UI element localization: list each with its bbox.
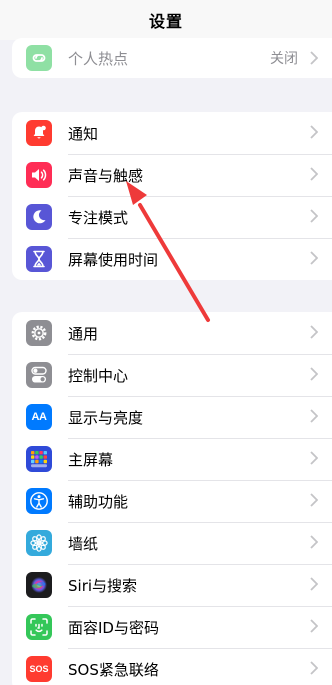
hourglass-icon bbox=[26, 246, 52, 272]
settings-row-wallpaper[interactable]: 墙纸 bbox=[12, 522, 332, 564]
settings-row-accessibility[interactable]: 辅助功能 bbox=[12, 480, 332, 522]
settings-row-emergency-sos[interactable]: SOS SOS紧急联络 bbox=[12, 648, 332, 685]
chevron-right-icon bbox=[310, 125, 318, 139]
settings-row-label: SOS紧急联络 bbox=[68, 660, 159, 679]
chevron-right-icon bbox=[310, 251, 318, 265]
page-title: 设置 bbox=[148, 12, 183, 31]
chevron-right-icon bbox=[310, 325, 318, 339]
gear-icon bbox=[26, 320, 52, 346]
settings-row-focus[interactable]: 专注模式 bbox=[12, 196, 332, 238]
siri-icon bbox=[26, 572, 52, 598]
moon-icon bbox=[26, 204, 52, 230]
notifications-group: 通知 声音与触感 专注模式 屏幕使用时间 bbox=[12, 112, 332, 280]
chevron-right-icon bbox=[310, 167, 318, 181]
settings-row-general[interactable]: 通用 bbox=[12, 312, 332, 354]
speaker-icon bbox=[26, 162, 52, 188]
chevron-right-icon bbox=[310, 619, 318, 633]
settings-row-label: 墙纸 bbox=[68, 534, 99, 553]
sos-glyph: SOS bbox=[29, 664, 49, 674]
toggles-icon bbox=[26, 362, 52, 388]
chevron-right-icon bbox=[310, 51, 318, 65]
chevron-right-icon bbox=[310, 493, 318, 507]
flower-icon bbox=[26, 530, 52, 556]
settings-row-notifications[interactable]: 通知 bbox=[12, 112, 332, 154]
hotspot-group: 个人热点 关闭 bbox=[12, 38, 332, 78]
chevron-right-icon bbox=[310, 577, 318, 591]
face-id-icon bbox=[26, 614, 52, 640]
aa-text-glyph: AA bbox=[31, 411, 47, 423]
app-grid-icon bbox=[26, 446, 52, 472]
settings-row-label: 专注模式 bbox=[68, 208, 129, 227]
settings-row-screen-time[interactable]: 屏幕使用时间 bbox=[12, 238, 332, 280]
accessibility-icon bbox=[26, 488, 52, 514]
settings-row-home-screen[interactable]: 主屏幕 bbox=[12, 438, 332, 480]
chevron-right-icon bbox=[310, 209, 318, 223]
settings-row-face-id-passcode[interactable]: 面容ID与密码 bbox=[12, 606, 332, 648]
settings-row-label: 屏幕使用时间 bbox=[68, 250, 159, 269]
settings-row-label: 面容ID与密码 bbox=[68, 618, 159, 637]
settings-row-display-brightness[interactable]: AA 显示与亮度 bbox=[12, 396, 332, 438]
hotspot-label: 个人热点 bbox=[68, 49, 129, 68]
chevron-right-icon bbox=[310, 661, 318, 675]
settings-row-siri-search[interactable]: Siri与搜索 bbox=[12, 564, 332, 606]
settings-row-label: 声音与触感 bbox=[68, 166, 144, 185]
hotspot-chain-icon bbox=[26, 45, 52, 71]
hotspot-row[interactable]: 个人热点 关闭 bbox=[12, 38, 332, 78]
settings-row-label: 显示与亮度 bbox=[68, 408, 144, 427]
settings-row-control-center[interactable]: 控制中心 bbox=[12, 354, 332, 396]
chevron-right-icon bbox=[310, 451, 318, 465]
aa-text-icon: AA bbox=[26, 404, 52, 430]
settings-row-label: 控制中心 bbox=[68, 366, 129, 385]
chevron-right-icon bbox=[310, 367, 318, 381]
settings-row-label: 辅助功能 bbox=[68, 492, 129, 511]
sos-icon: SOS bbox=[26, 656, 52, 682]
hotspot-status: 关闭 bbox=[270, 51, 298, 67]
settings-row-sounds-haptics[interactable]: 声音与触感 bbox=[12, 154, 332, 196]
general-group: 通用 控制中心 AA 显示与亮度 主屏幕 辅助功能 墙纸 Siri与搜索 面容I… bbox=[12, 312, 332, 685]
settings-row-label: 通知 bbox=[68, 124, 99, 143]
chevron-right-icon bbox=[310, 409, 318, 423]
settings-row-label: Siri与搜索 bbox=[68, 576, 138, 595]
chevron-right-icon bbox=[310, 535, 318, 549]
bell-icon bbox=[26, 120, 52, 146]
settings-row-label: 通用 bbox=[68, 324, 99, 343]
nav-bar: 设置 bbox=[0, 0, 332, 40]
settings-row-label: 主屏幕 bbox=[68, 450, 114, 469]
